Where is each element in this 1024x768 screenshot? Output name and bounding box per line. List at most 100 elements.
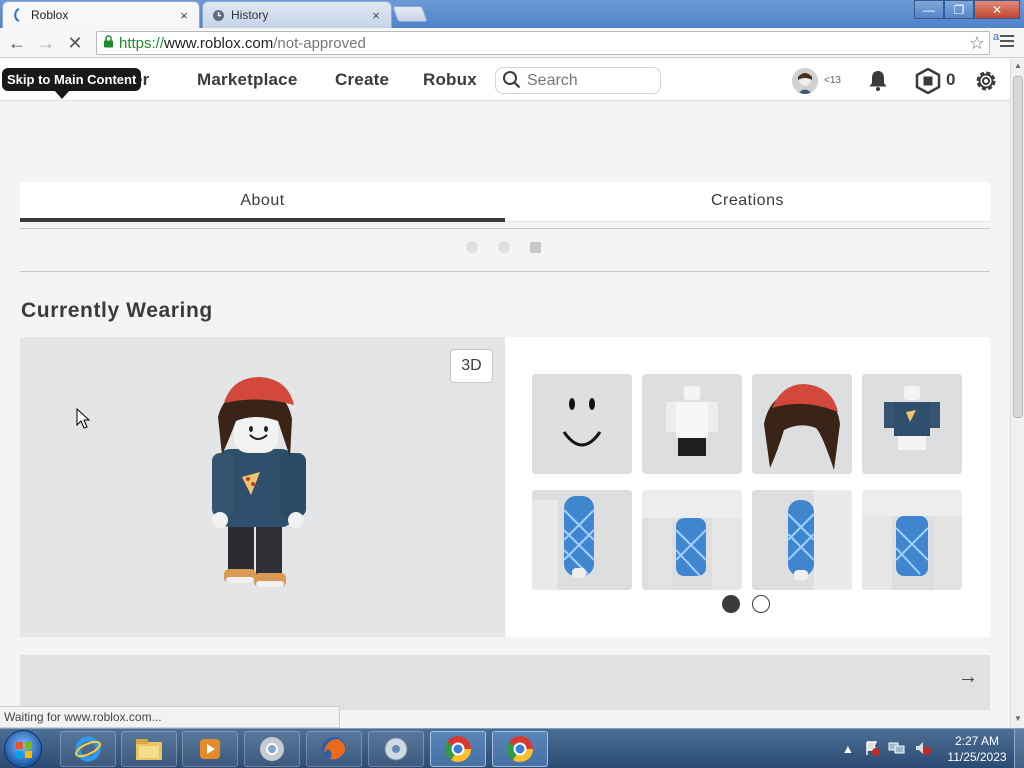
chrome-icon bbox=[444, 736, 472, 763]
tab-creations[interactable]: Creations bbox=[505, 182, 990, 222]
close-window-button[interactable]: ✕ bbox=[974, 0, 1020, 19]
bell-icon[interactable] bbox=[866, 68, 890, 95]
clock-icon bbox=[211, 8, 225, 22]
item-card-hair[interactable] bbox=[752, 374, 852, 474]
item-card-right-arm[interactable] bbox=[752, 490, 852, 590]
taskbar-media-center[interactable] bbox=[368, 731, 424, 767]
show-hidden-icons-icon[interactable]: ▲ bbox=[842, 742, 854, 756]
loading-dot bbox=[466, 241, 478, 253]
browser-status-bar: Waiting for www.roblox.com... bbox=[0, 706, 340, 728]
item-card-shirt[interactable] bbox=[642, 374, 742, 474]
skip-to-main-content-link[interactable]: Skip to Main Content bbox=[2, 68, 142, 99]
scroll-thumb[interactable] bbox=[1013, 76, 1023, 418]
url-path: /not-approved bbox=[273, 34, 366, 52]
tab-label: History bbox=[231, 8, 269, 22]
lock-icon bbox=[103, 35, 114, 51]
taskbar-media-player[interactable] bbox=[182, 731, 238, 767]
wearing-pager bbox=[722, 595, 782, 613]
window-controls: — ❐ ✕ bbox=[914, 0, 1020, 19]
firefox-icon bbox=[322, 737, 346, 761]
taskbar-chrome-window-1[interactable] bbox=[430, 731, 486, 767]
bookmark-star-icon[interactable]: ☆ bbox=[969, 33, 985, 54]
back-arrow-icon[interactable]: ← bbox=[6, 32, 28, 54]
tab-history[interactable]: History × bbox=[202, 1, 392, 28]
network-icon[interactable] bbox=[888, 740, 906, 759]
browser-toolbar: ← → ✕ https://www.roblox.com/not-approve… bbox=[0, 28, 1024, 58]
media-player-icon bbox=[200, 739, 220, 759]
toggle-3d-button[interactable]: 3D bbox=[450, 349, 493, 383]
start-button[interactable] bbox=[4, 730, 42, 768]
loading-indicator bbox=[466, 241, 561, 253]
taskbar-chrome-pinned[interactable] bbox=[244, 731, 300, 767]
item-card-left-arm[interactable] bbox=[532, 490, 632, 590]
pager-dot-1[interactable] bbox=[722, 595, 740, 613]
section-title-currently-wearing: Currently Wearing bbox=[21, 299, 213, 322]
search-icon bbox=[502, 70, 521, 92]
roblox-icon bbox=[11, 8, 25, 22]
folder-icon bbox=[136, 739, 162, 760]
maximize-button[interactable]: ❐ bbox=[944, 0, 974, 19]
internet-explorer-icon bbox=[75, 736, 101, 762]
clock-time: 2:27 AM bbox=[954, 734, 1000, 748]
mouse-cursor-icon bbox=[76, 408, 90, 429]
taskbar-file-explorer[interactable] bbox=[121, 731, 177, 767]
url-domain: www.roblox.com bbox=[164, 34, 274, 52]
system-clock[interactable]: 2:27 AM 11/25/2023 bbox=[942, 733, 1012, 765]
minimize-button[interactable]: — bbox=[914, 0, 944, 19]
roblox-header: er Marketplace Create Robux <13 0 bbox=[0, 59, 1010, 101]
item-card-right-leg[interactable] bbox=[862, 490, 962, 590]
chrome-icon bbox=[260, 737, 284, 761]
pager-dot-2[interactable] bbox=[752, 595, 770, 613]
item-card-face[interactable] bbox=[532, 374, 632, 474]
tab-close-button[interactable]: × bbox=[369, 8, 383, 23]
divider bbox=[20, 228, 990, 229]
stop-loading-icon[interactable]: ✕ bbox=[64, 32, 86, 54]
tab-label: Roblox bbox=[31, 8, 69, 22]
page-scrollbar[interactable]: ▲ ▼ bbox=[1010, 59, 1024, 728]
item-card-hoodie[interactable] bbox=[862, 374, 962, 474]
system-tray: ▲ bbox=[842, 729, 932, 768]
scroll-down-icon[interactable]: ▼ bbox=[1013, 714, 1023, 726]
volume-muted-icon[interactable] bbox=[914, 740, 932, 759]
arrow-right-icon[interactable]: → bbox=[958, 666, 978, 689]
search-box[interactable] bbox=[495, 67, 661, 94]
nav-robux[interactable]: Robux bbox=[423, 70, 477, 90]
clock-date: 11/25/2023 bbox=[947, 750, 1007, 764]
show-desktop-button[interactable] bbox=[1014, 729, 1024, 768]
profile-tabs: About Creations bbox=[20, 182, 990, 222]
robux-icon[interactable] bbox=[915, 67, 941, 97]
settings-gear-icon[interactable] bbox=[973, 68, 999, 97]
divider bbox=[20, 271, 990, 272]
page-viewport: er Marketplace Create Robux <13 0 Skip t… bbox=[0, 59, 1010, 728]
chrome-icon bbox=[506, 736, 534, 763]
windows-logo-icon bbox=[16, 742, 32, 758]
scroll-up-icon[interactable]: ▲ bbox=[1013, 61, 1023, 73]
item-card-left-leg[interactable] bbox=[642, 490, 742, 590]
media-center-icon bbox=[384, 737, 408, 761]
taskbar-internet-explorer[interactable] bbox=[60, 731, 116, 767]
address-bar[interactable]: https://www.roblox.com/not-approved ☆ bbox=[96, 31, 990, 55]
robux-count[interactable]: 0 bbox=[946, 70, 955, 90]
search-input[interactable] bbox=[527, 71, 655, 90]
nav-marketplace[interactable]: Marketplace bbox=[197, 70, 297, 90]
new-tab-button[interactable] bbox=[392, 6, 428, 22]
extension-icon[interactable]: a bbox=[993, 31, 999, 43]
collapsed-section-bar[interactable] bbox=[20, 655, 990, 710]
tab-roblox[interactable]: Roblox × bbox=[2, 1, 200, 28]
taskbar-firefox[interactable] bbox=[306, 731, 362, 767]
tab-about[interactable]: About bbox=[20, 182, 505, 222]
forward-arrow-icon[interactable]: → bbox=[35, 32, 57, 54]
nav-create[interactable]: Create bbox=[335, 70, 389, 90]
avatar[interactable] bbox=[792, 68, 818, 94]
avatar-3d-render bbox=[212, 377, 306, 587]
loading-dot bbox=[530, 241, 541, 253]
url-scheme: https:// bbox=[119, 34, 165, 52]
age-badge: <13 bbox=[824, 75, 841, 86]
tab-close-button[interactable]: × bbox=[177, 8, 191, 23]
avatar-preview-panel bbox=[20, 337, 505, 637]
taskbar-chrome-window-2[interactable] bbox=[492, 731, 548, 767]
browser-titlebar: Roblox × History × — ❐ ✕ bbox=[0, 0, 1024, 28]
action-center-flag-icon[interactable] bbox=[864, 740, 880, 759]
chrome-menu-icon[interactable] bbox=[1000, 35, 1014, 50]
loading-dot bbox=[498, 241, 510, 253]
